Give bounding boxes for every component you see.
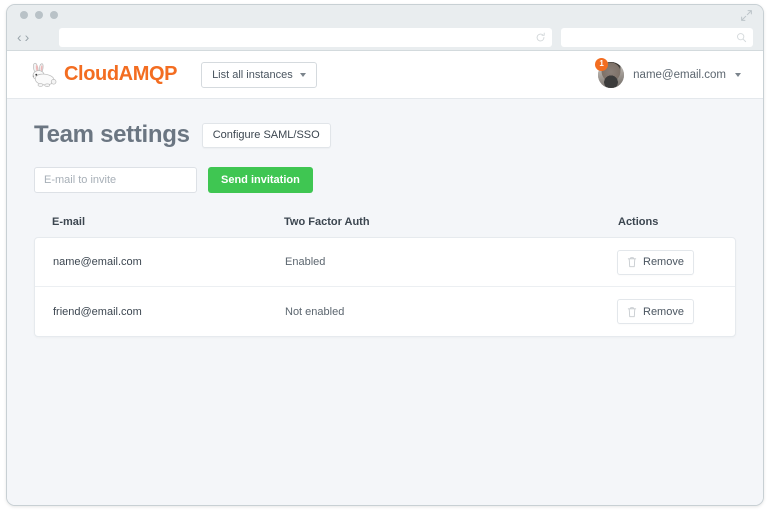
cell-actions: Remove xyxy=(617,249,717,275)
maximize-dot[interactable] xyxy=(50,11,58,19)
browser-toolbar: ‹ › xyxy=(7,24,763,51)
invite-form: Send invitation xyxy=(34,167,736,193)
expand-icon[interactable] xyxy=(740,9,753,22)
brand-logo[interactable]: CloudAMQP xyxy=(27,62,177,88)
cell-email: friend@email.com xyxy=(53,305,142,318)
team-table-header: E-mail Two Factor Auth Actions xyxy=(34,216,736,228)
trash-icon xyxy=(627,306,637,317)
page-body: Team settings Configure SAML/SSO Send in… xyxy=(7,99,763,337)
cell-two-factor: Enabled xyxy=(285,256,326,268)
trash-icon xyxy=(627,257,637,268)
address-bar[interactable] xyxy=(59,27,552,47)
back-button[interactable]: ‹ xyxy=(17,30,22,44)
app-header: CloudAMQP List all instances 1 name@emai… xyxy=(7,51,763,99)
cell-actions: Remove xyxy=(617,299,717,324)
browser-window: ‹ › CloudAMQP List all instances 1 name@… xyxy=(6,4,764,506)
user-email-label: name@email.com xyxy=(633,68,726,81)
brand-name: CloudAMQP xyxy=(64,63,178,85)
avatar-wrapper: 1 xyxy=(595,57,625,88)
reload-icon[interactable] xyxy=(535,32,546,43)
title-row: Team settings Configure SAML/SSO xyxy=(34,121,736,149)
cell-email: name@email.com xyxy=(53,256,142,268)
chevron-down-icon xyxy=(299,72,306,77)
table-row: name@email.com Enabled Remove xyxy=(35,238,735,287)
rabbit-logo-icon xyxy=(32,62,57,87)
browser-nav-arrows: ‹ › xyxy=(17,30,59,44)
forward-button[interactable]: › xyxy=(25,30,30,44)
column-header-email: E-mail xyxy=(52,216,86,228)
browser-search-box[interactable] xyxy=(561,27,753,47)
remove-button-label: Remove xyxy=(643,256,684,268)
configure-saml-sso-button[interactable]: Configure SAML/SSO xyxy=(201,122,331,148)
user-menu[interactable]: 1 name@email.com xyxy=(595,57,741,88)
send-invitation-button[interactable]: Send invitation xyxy=(208,167,313,193)
remove-button[interactable]: Remove xyxy=(617,299,694,324)
page-title: Team settings xyxy=(34,121,190,148)
column-header-actions: Actions xyxy=(618,216,659,228)
list-all-instances-button[interactable]: List all instances xyxy=(201,61,317,88)
invite-email-input[interactable] xyxy=(34,167,197,193)
page-viewport: CloudAMQP List all instances 1 name@emai… xyxy=(7,51,763,505)
team-table: name@email.com Enabled Remove friend@ema… xyxy=(34,237,736,337)
minimize-dot[interactable] xyxy=(35,11,43,19)
browser-titlebar xyxy=(7,5,763,24)
table-row: friend@email.com Not enabled Remove xyxy=(35,287,735,336)
column-header-two-factor: Two Factor Auth xyxy=(284,216,370,228)
window-traffic-lights xyxy=(20,11,58,19)
close-dot[interactable] xyxy=(20,11,28,19)
remove-button-label: Remove xyxy=(643,305,684,318)
list-all-instances-label: List all instances xyxy=(212,68,293,81)
search-icon xyxy=(737,32,747,42)
cell-two-factor: Not enabled xyxy=(285,305,345,318)
notification-badge: 1 xyxy=(595,57,609,71)
remove-button[interactable]: Remove xyxy=(617,249,694,275)
user-menu-chevron-down-icon xyxy=(735,72,741,77)
